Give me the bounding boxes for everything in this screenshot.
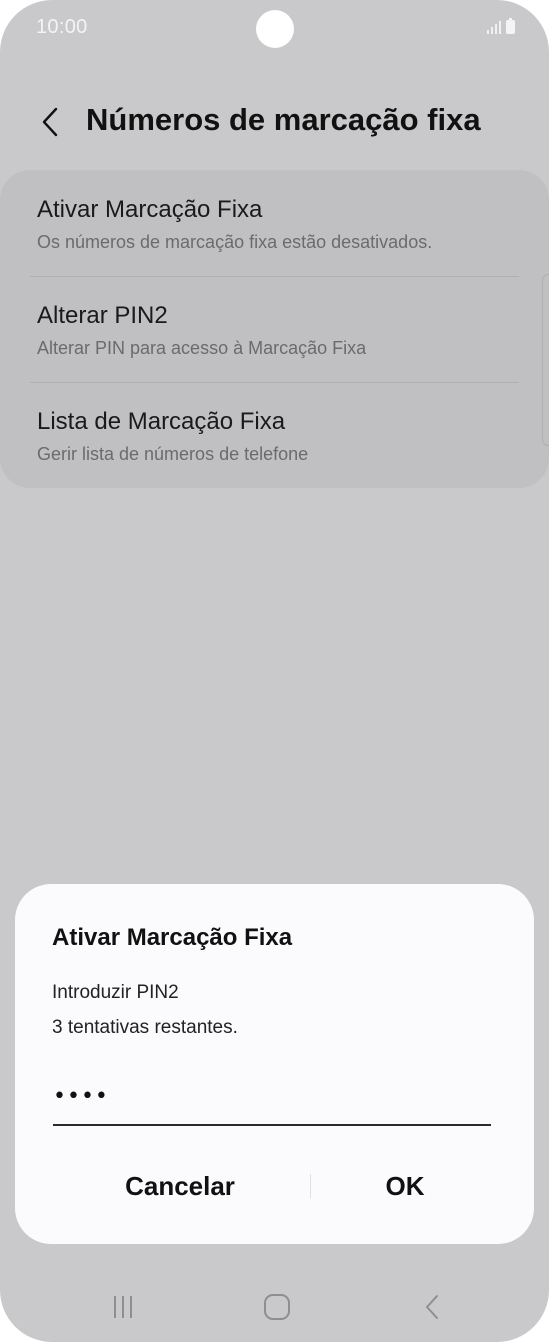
- status-icons: [487, 18, 515, 34]
- setting-item-fdn-list[interactable]: Lista de Marcação Fixa Gerir lista de nú…: [37, 408, 519, 465]
- divider: [30, 382, 519, 383]
- divider: [30, 276, 519, 277]
- ok-button[interactable]: OK: [295, 1162, 515, 1210]
- setting-item-title: Ativar Marcação Fixa: [37, 196, 263, 223]
- home-icon: [264, 1294, 290, 1320]
- settings-card: Ativar Marcação Fixa Os números de marca…: [0, 170, 549, 488]
- dialog-title: Ativar Marcação Fixa: [52, 924, 293, 951]
- nav-recents-button[interactable]: [93, 1285, 153, 1329]
- battery-icon: [506, 18, 515, 34]
- scrollbar[interactable]: [542, 274, 549, 446]
- phone-screen: 10:00 Números de marcação fixa Ativar Ma…: [0, 0, 549, 1342]
- dialog-prompt: Introduzir PIN2: [52, 982, 179, 1003]
- attempts-remaining: 3 tentativas restantes.: [52, 1017, 238, 1038]
- setting-item-subtitle: Os números de marcação fixa estão desati…: [37, 232, 433, 252]
- setting-item-subtitle: Alterar PIN para acesso à Marcação Fixa: [37, 338, 367, 358]
- back-button[interactable]: [28, 100, 72, 144]
- pin2-input[interactable]: [53, 1074, 491, 1126]
- setting-item-subtitle: Gerir lista de números de telefone: [37, 444, 309, 464]
- signal-icon: [487, 21, 501, 34]
- chevron-left-icon: [42, 107, 58, 137]
- page-title: Números de marcação fixa: [86, 102, 481, 137]
- setting-item-change-pin2[interactable]: Alterar PIN2 Alterar PIN para acesso à M…: [37, 302, 519, 359]
- nav-home-button[interactable]: [247, 1285, 307, 1329]
- cancel-button[interactable]: Cancelar: [75, 1162, 285, 1210]
- status-time: 10:00: [36, 16, 88, 38]
- camera-cutout: [256, 10, 294, 48]
- pin-dialog: Ativar Marcação Fixa Introduzir PIN2 3 t…: [15, 884, 534, 1244]
- setting-item-enable-fdn[interactable]: Ativar Marcação Fixa Os números de marca…: [37, 196, 519, 253]
- back-icon: [426, 1295, 438, 1319]
- setting-item-title: Alterar PIN2: [37, 302, 168, 329]
- nav-back-button[interactable]: [402, 1285, 462, 1329]
- recents-icon: [114, 1296, 132, 1318]
- setting-item-title: Lista de Marcação Fixa: [37, 408, 286, 435]
